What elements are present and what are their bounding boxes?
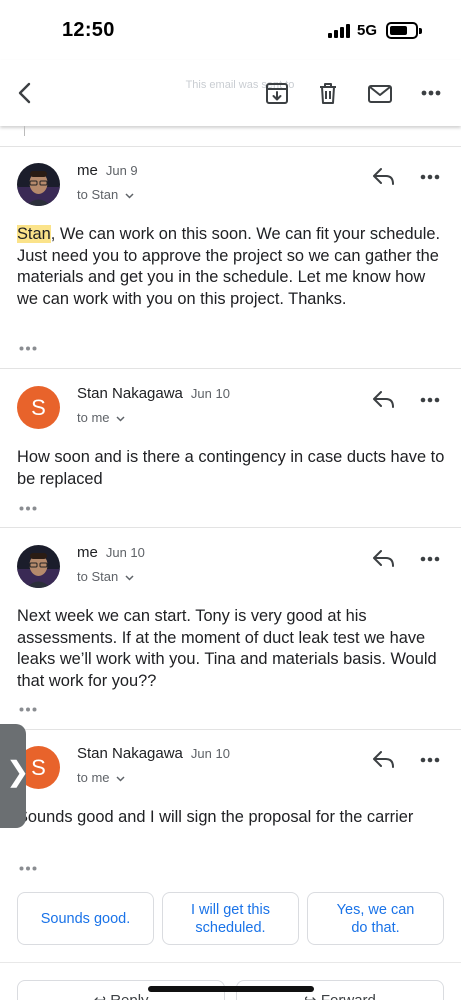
more-icon[interactable] (418, 79, 446, 107)
recipient-label: to Stan (77, 569, 119, 584)
show-trimmed-icon[interactable] (19, 506, 37, 511)
reply-icon[interactable] (372, 750, 396, 770)
message-2[interactable]: S Stan Nakagawa Jun 10 to me How soon and… (0, 368, 461, 528)
message-body: How soon and is there a contingency in c… (17, 448, 445, 488)
reply-icon[interactable] (372, 390, 396, 410)
sender-name: me (77, 162, 98, 179)
chevron-right-icon: ❯ (6, 756, 30, 787)
smart-reply-button[interactable]: I will get this scheduled. (162, 892, 299, 945)
sender-row: Stan Nakagawa Jun 10 (77, 745, 230, 762)
reply-label: Reply (110, 992, 148, 1000)
more-icon[interactable] (420, 556, 440, 562)
recipient-toggle[interactable]: to Stan (77, 569, 134, 584)
message-date: Jun 10 (105, 545, 145, 560)
forward-icon: ↪ (304, 992, 321, 1000)
more-icon[interactable] (420, 397, 440, 403)
divider (0, 962, 461, 963)
message-body: Next week we can start. Tony is very goo… (17, 607, 437, 690)
show-trimmed-icon[interactable] (19, 866, 37, 871)
avatar[interactable]: S (17, 386, 60, 429)
home-indicator (148, 986, 314, 992)
chevron-down-icon (125, 193, 134, 199)
sender-name: Stan Nakagawa (77, 745, 183, 762)
message-date: Jun 9 (105, 163, 138, 178)
thread-stub (24, 126, 25, 136)
email-toolbar: This email was sent to (0, 60, 461, 126)
sender-name: Stan Nakagawa (77, 385, 183, 402)
smart-reply-button[interactable]: Sounds good. (17, 892, 154, 945)
sender-row: me Jun 10 (77, 544, 145, 561)
trash-icon[interactable] (314, 79, 342, 107)
forward-label: Forward (321, 992, 376, 1000)
chevron-down-icon (116, 776, 125, 782)
network-type: 5G (357, 22, 378, 39)
sender-row: me Jun 9 (77, 162, 138, 179)
message-3[interactable]: me Jun 10 to Stan Next week we can start.… (0, 527, 461, 729)
chevron-down-icon (116, 416, 125, 422)
battery-icon (386, 22, 422, 39)
reply-icon[interactable] (372, 167, 396, 187)
recipient-label: to Stan (77, 187, 119, 202)
sender-row: Stan Nakagawa Jun 10 (77, 385, 230, 402)
signal-icon (328, 24, 352, 38)
status-time: 12:50 (62, 19, 115, 41)
message-date: Jun 10 (190, 746, 230, 761)
recipient-toggle[interactable]: to me (77, 770, 125, 785)
status-bar: 12:50 5G (0, 0, 461, 60)
chevron-down-icon (125, 575, 134, 581)
smart-reply-button[interactable]: Yes, we can do that. (307, 892, 444, 945)
recipient-label: to me (77, 770, 110, 785)
message-body-text: , We can work on this soon. We can fit y… (17, 225, 441, 308)
side-panel-handle[interactable]: ❯ (0, 724, 30, 828)
message-body: Stan, We can work on this soon. We can f… (17, 224, 445, 310)
recipient-toggle[interactable]: to Stan (77, 187, 134, 202)
show-trimmed-icon[interactable] (19, 707, 37, 712)
reply-icon[interactable] (372, 549, 396, 569)
message-body: Sounds good and I will sign the proposal… (17, 808, 414, 826)
recipient-label: to me (77, 410, 110, 425)
more-icon[interactable] (420, 174, 440, 180)
message-date: Jun 10 (190, 386, 230, 401)
mail-icon[interactable] (366, 79, 394, 107)
avatar[interactable] (17, 163, 60, 206)
message-1[interactable]: me Jun 9 to Stan Stan, We can work on thi… (0, 146, 461, 368)
back-icon[interactable] (12, 79, 40, 107)
avatar[interactable] (17, 545, 60, 588)
show-trimmed-icon[interactable] (19, 346, 37, 351)
sender-name: me (77, 544, 98, 561)
reply-icon: ↩ (93, 992, 110, 1000)
message-4[interactable]: S Stan Nakagawa Jun 10 to me Sounds good … (0, 729, 461, 879)
archive-icon[interactable] (263, 79, 291, 107)
recipient-toggle[interactable]: to me (77, 410, 125, 425)
more-icon[interactable] (420, 757, 440, 763)
highlighted-name: Stan (17, 225, 51, 243)
